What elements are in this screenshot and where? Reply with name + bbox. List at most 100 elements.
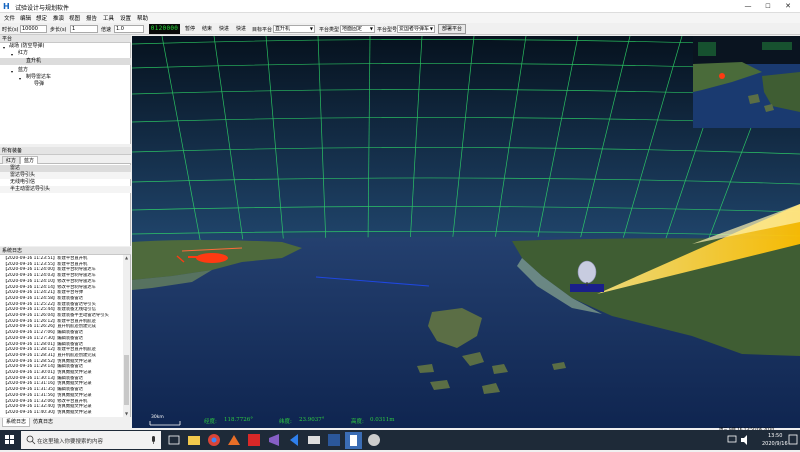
search-icon (26, 435, 36, 445)
windows-icon (5, 435, 14, 444)
menu-help[interactable]: 帮助 (137, 14, 148, 22)
duration-label: 时长(s) (2, 27, 19, 33)
platform-tree: ▾ 战场 (防空导弹) ▾ 红方 直升机 ▾ 蓝方 ▾ 制导雷达车 导弹 (0, 43, 131, 144)
scroll-thumb[interactable] (124, 355, 129, 405)
expand-icon[interactable]: ▾ (19, 75, 21, 82)
fast-forward-button[interactable]: 快进 (217, 25, 231, 33)
log-tabs: 系统日志 仿真日志 (0, 418, 131, 427)
microphone-icon[interactable] (149, 431, 159, 449)
latitude-value: 23.9037° (299, 417, 325, 423)
start-button[interactable] (0, 430, 20, 450)
log-scrollbar[interactable]: ▲ ▼ (123, 255, 130, 417)
word-icon[interactable] (327, 433, 341, 447)
sim-clock: 0120000 (149, 24, 180, 34)
altitude-value: 0.0311m (370, 417, 395, 423)
stop-button[interactable]: 结束 (200, 25, 214, 33)
tree-item-blue[interactable]: 蓝方 (18, 67, 28, 74)
app-icon[interactable] (345, 432, 362, 449)
equipment-tabs: 红方 蓝方 (0, 155, 131, 164)
tab-blue[interactable]: 蓝方 (20, 156, 39, 164)
chevron-down-icon: ▼ (369, 26, 373, 31)
speed-input[interactable]: 1.0 (114, 25, 144, 33)
equipment-panel-header: 所有装备 (0, 147, 131, 155)
tree-item-missile[interactable]: 导弹 (34, 81, 44, 88)
scale-label: 30km (151, 415, 164, 420)
platform-model-label: 平台型号 (377, 27, 398, 33)
scene-svg (132, 36, 800, 428)
search-placeholder: 在这里输入你要搜索的内容 (37, 439, 104, 445)
list-item[interactable]: 雷达 (0, 165, 131, 172)
app-window: H 试验设计与规划软件 — ☐ ✕ 文件 编辑 想定 推演 视图 报告 工具 设… (0, 0, 800, 433)
taskbar: 在这里输入你要搜索的内容 13:50 2020/9/16 (0, 430, 800, 450)
visual-studio-icon[interactable] (267, 433, 281, 447)
taskbar-search[interactable]: 在这里输入你要搜索的内容 (21, 431, 161, 449)
target-platform-select[interactable]: 直升机 ▼ (273, 25, 315, 33)
menu-view[interactable]: 视图 (69, 14, 80, 22)
list-item[interactable]: 雷达导引头 (0, 172, 131, 179)
mail-icon[interactable] (307, 433, 321, 447)
list-item[interactable]: 无线电引信 (0, 179, 131, 186)
chevron-down-icon: ▼ (309, 26, 313, 31)
tab-simulation-log[interactable]: 仿真日志 (30, 418, 56, 427)
volume-icon[interactable] (740, 433, 752, 447)
menu-bar: 文件 编辑 想定 推演 视图 报告 工具 设置 帮助 (0, 13, 800, 23)
step-input[interactable]: 1 (70, 25, 98, 33)
pause-button[interactable]: 暂停 (183, 25, 197, 33)
tree-item-red[interactable]: 红方 (18, 50, 28, 57)
altitude-label: 高度: (351, 419, 364, 425)
notification-icon[interactable] (788, 433, 798, 447)
equipment-list: 雷达 雷达导引头 无线电引信 半主动雷达导引头 (0, 164, 131, 246)
tray-time: 13:50 (768, 433, 783, 439)
log-line: 【2020-09-16 11:40:30】仿真数据文件记录 (3, 409, 92, 415)
latitude-label: 纬度: (279, 419, 292, 425)
platform-type-select[interactable]: 地面固定 ▼ (340, 25, 375, 33)
duration-input[interactable]: 10000 (20, 25, 47, 33)
expand-icon[interactable]: ▾ (11, 51, 13, 58)
minimap[interactable] (693, 36, 800, 128)
menu-tools[interactable]: 工具 (103, 14, 114, 22)
matlab-icon[interactable] (227, 433, 241, 447)
expand-icon[interactable]: ▾ (11, 68, 13, 75)
scroll-down-icon[interactable]: ▼ (123, 411, 130, 417)
window-title: 试验设计与规划软件 (15, 5, 70, 12)
vscode-icon[interactable] (287, 433, 301, 447)
faster-forward-button[interactable]: 快进 (234, 25, 248, 33)
task-view-icon[interactable] (167, 433, 181, 447)
browser-icon[interactable] (367, 433, 381, 447)
target-platform-value: 直升机 (275, 26, 291, 32)
tab-system-log[interactable]: 系统日志 (2, 418, 31, 427)
longitude-label: 经度: (204, 419, 217, 425)
file-explorer-icon[interactable] (187, 433, 201, 447)
platform-model-select[interactable]: 爱国者导弹车 ▼ (397, 25, 435, 33)
scroll-up-icon[interactable]: ▲ (123, 255, 130, 261)
speed-label: 倍速 (101, 27, 112, 33)
minimize-button[interactable]: — (739, 1, 757, 12)
tree-item-root[interactable]: 战场 (防空导弹) (9, 43, 45, 50)
menu-report[interactable]: 报告 (86, 14, 97, 22)
menu-simulation[interactable]: 推演 (53, 14, 64, 22)
step-label: 步长(s) (50, 27, 67, 33)
menu-edit[interactable]: 编辑 (20, 14, 31, 22)
acrobat-icon[interactable] (247, 433, 261, 447)
toolbar: 时长(s) 10000 步长(s) 1 倍速 1.0 0120000 暂停 结束… (0, 23, 800, 35)
list-item[interactable]: 半主动雷达导引头 (0, 186, 131, 193)
platform-model-value: 爱国者导弹车 (399, 26, 430, 32)
tab-red[interactable]: 红方 (2, 156, 21, 164)
menu-file[interactable]: 文件 (4, 14, 15, 22)
longitude-value: 118.7726° (224, 417, 253, 423)
title-bar: H 试验设计与规划软件 — ☐ ✕ (0, 0, 800, 13)
target-platform-label: 目标平台 (252, 27, 273, 33)
deploy-platform-button[interactable]: 部署平台 (438, 24, 466, 34)
tree-item-radar-vehicle[interactable]: 制导雷达车 (26, 74, 51, 81)
system-log-header: 系统日志 (0, 247, 131, 255)
menu-settings[interactable]: 设置 (120, 14, 131, 22)
platform-type-value: 地面固定 (342, 26, 363, 32)
chrome-icon[interactable] (207, 433, 221, 447)
tree-item-helicopter[interactable]: 直升机 (0, 58, 131, 65)
close-button[interactable]: ✕ (779, 1, 797, 12)
maximize-button[interactable]: ☐ (759, 1, 777, 12)
menu-scenario[interactable]: 想定 (36, 14, 47, 22)
globe-3d-view[interactable]: 30km 经度: 118.7726° 纬度: 23.9037° 高度: 0.03… (132, 36, 800, 428)
expand-icon[interactable]: ▾ (3, 44, 5, 51)
network-icon[interactable] (726, 433, 738, 447)
